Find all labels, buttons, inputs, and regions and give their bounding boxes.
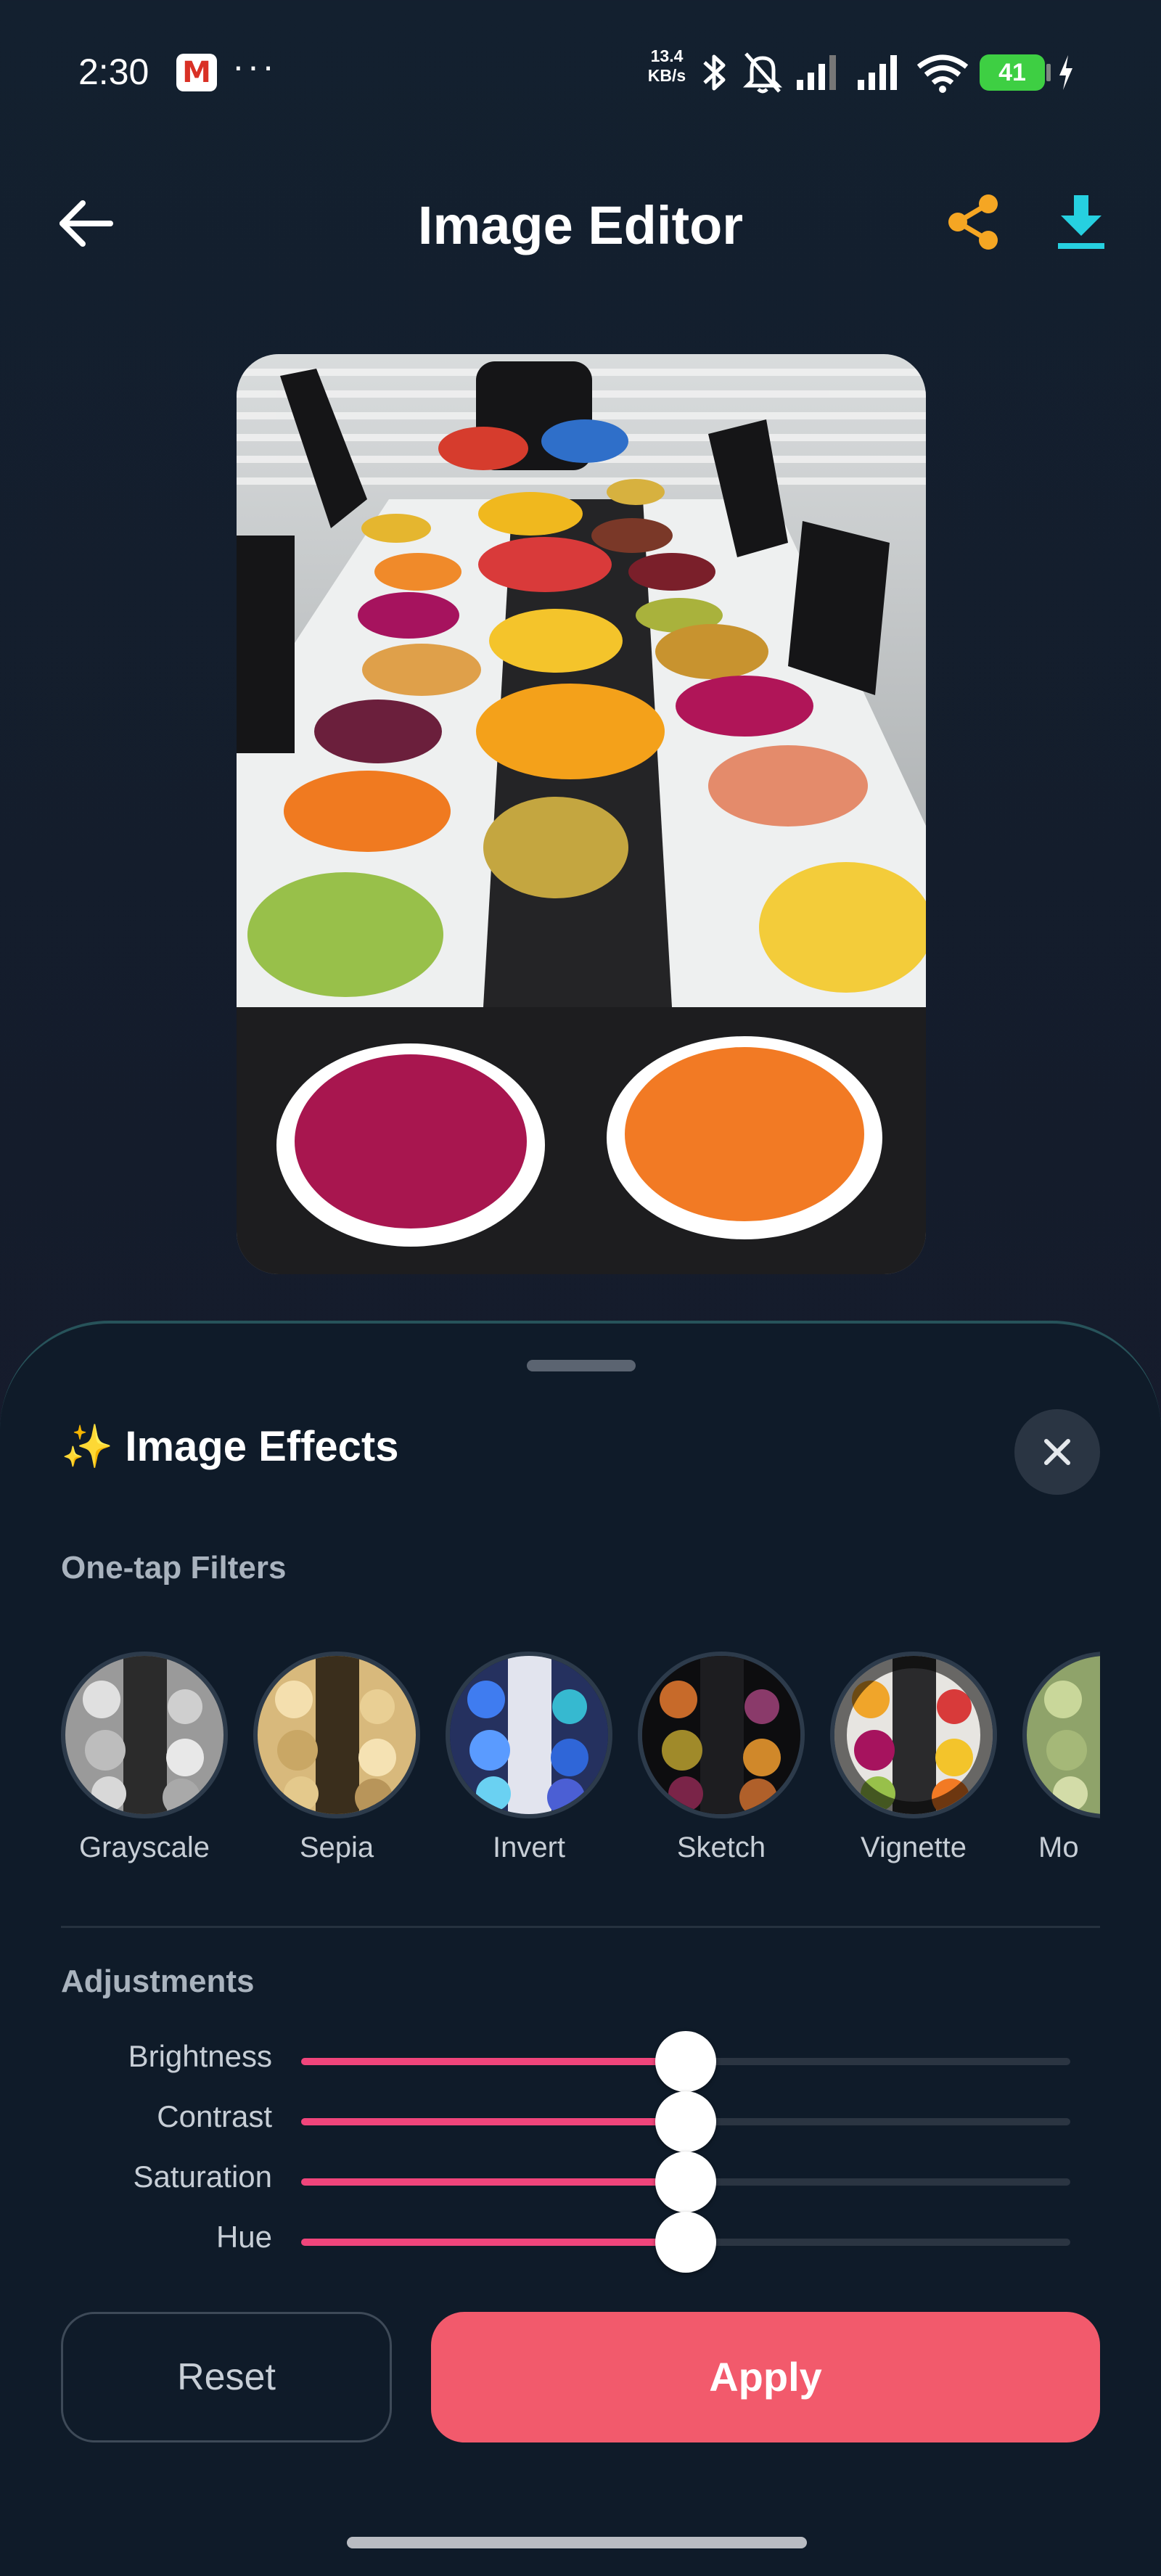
- contrast-slider-row: Contrast: [0, 2091, 1161, 2152]
- reset-button[interactable]: Reset: [61, 2312, 392, 2442]
- filter-label: Sketch: [676, 1831, 766, 1863]
- filter-label: Grayscale: [78, 1831, 210, 1863]
- slider-fill: [301, 2058, 686, 2065]
- signal-icon: [858, 55, 897, 90]
- filters-section-label: One-tap Filters: [61, 1550, 287, 1586]
- brightness-slider-row: Brightness: [0, 2031, 1161, 2092]
- back-arrow-icon[interactable]: [58, 200, 113, 247]
- filter-thumbnail: [830, 1652, 997, 1818]
- filter-vignette[interactable]: Vignette: [830, 1652, 997, 1864]
- slider-knob[interactable]: [655, 2212, 716, 2273]
- slider-fill: [301, 2118, 686, 2125]
- filter-thumbnail: [638, 1652, 805, 1818]
- wifi-icon: [916, 54, 969, 93]
- charging-icon: [1059, 55, 1072, 90]
- sheet-title: ✨ Image Effects: [61, 1422, 399, 1472]
- saturation-slider[interactable]: [301, 2152, 1070, 2212]
- slider-knob[interactable]: [655, 2091, 716, 2152]
- apply-button[interactable]: Apply: [431, 2312, 1100, 2442]
- hue-slider[interactable]: [301, 2212, 1070, 2273]
- filter-label: Vignette: [860, 1831, 967, 1863]
- sheet-drag-handle[interactable]: [527, 1360, 636, 1371]
- filter-thumbnail: [253, 1652, 420, 1818]
- saturation-slider-row: Saturation: [0, 2152, 1161, 2212]
- network-speed: 13.4 KB/s: [644, 46, 689, 86]
- status-time: 2:30: [78, 52, 149, 92]
- slider-fill: [301, 2178, 686, 2186]
- slider-fill: [301, 2239, 686, 2246]
- signal-icon: [797, 55, 836, 90]
- filter-grayscale[interactable]: Grayscale: [61, 1652, 228, 1864]
- filter-sketch[interactable]: Sketch: [638, 1652, 805, 1864]
- battery-indicator: 41: [980, 54, 1045, 91]
- slider-label: Hue: [216, 2220, 272, 2254]
- download-icon[interactable]: [1054, 192, 1109, 252]
- page-title: Image Editor: [417, 195, 744, 255]
- gesture-nav-bar[interactable]: [347, 2537, 807, 2548]
- slider-label: Saturation: [133, 2159, 272, 2194]
- sheet-title-text: Image Effects: [125, 1423, 399, 1470]
- edited-photo[interactable]: [237, 354, 926, 1274]
- filter-list[interactable]: Grayscale Sepia Invert Sketch Vignette M…: [61, 1652, 1100, 1884]
- network-speed-unit: KB/s: [647, 66, 686, 85]
- slider-label: Contrast: [157, 2099, 272, 2133]
- close-icon: [1044, 1439, 1070, 1465]
- filter-sepia[interactable]: Sepia: [253, 1652, 420, 1864]
- adjustments-section-label: Adjustments: [61, 1964, 255, 1999]
- hue-slider-row: Hue: [0, 2212, 1161, 2273]
- share-icon[interactable]: [943, 192, 1003, 252]
- filter-label: Invert: [492, 1831, 566, 1863]
- gmail-icon: M: [176, 54, 217, 91]
- contrast-slider[interactable]: [301, 2091, 1070, 2152]
- slider-knob[interactable]: [655, 2031, 716, 2092]
- sparkles-icon: ✨: [61, 1423, 114, 1470]
- filter-partial[interactable]: Mo: [1022, 1652, 1100, 1864]
- bluetooth-icon: [703, 54, 726, 91]
- section-divider: [61, 1926, 1100, 1928]
- slider-knob[interactable]: [655, 2152, 716, 2212]
- battery-tail: [1046, 64, 1051, 81]
- filter-label: Sepia: [299, 1831, 374, 1863]
- filter-thumbnail: [61, 1652, 228, 1818]
- filter-label: Mo: [1038, 1831, 1079, 1863]
- mute-bell-icon: [742, 52, 783, 94]
- status-bar: 2:30 M ··· 13.4 KB/s 41: [0, 0, 1161, 145]
- filter-thumbnail: [1022, 1652, 1100, 1818]
- filter-thumbnail: [446, 1652, 612, 1818]
- slider-label: Brightness: [128, 2039, 272, 2073]
- battery-level: 41: [998, 59, 1026, 86]
- filter-invert[interactable]: Invert: [446, 1652, 612, 1864]
- network-speed-value: 13.4: [650, 46, 684, 65]
- brightness-slider[interactable]: [301, 2031, 1070, 2092]
- close-button[interactable]: [1014, 1409, 1100, 1495]
- photo-image: [237, 354, 926, 1274]
- more-notifications-icon: ···: [232, 46, 277, 86]
